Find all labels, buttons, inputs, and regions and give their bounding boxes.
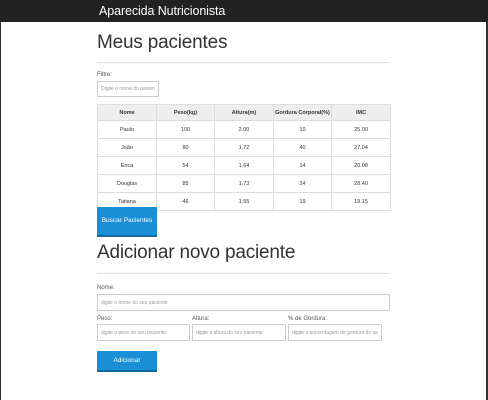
cell-body-fat: 40 xyxy=(273,138,332,157)
cell-body-fat: 10 xyxy=(273,120,332,139)
height-label: Altura: xyxy=(192,316,210,322)
table-header-row: Nome Peso(kg) Altura(m) Gordura Corporal… xyxy=(97,104,391,121)
column-header-weight: Peso(kg) xyxy=(156,104,215,121)
window-edge-left xyxy=(0,22,1,400)
search-patients-button[interactable]: Buscar Pacientes xyxy=(97,207,157,237)
weight-label: Peso: xyxy=(97,316,113,322)
brand-title: Aparecida Nutricionista xyxy=(99,4,226,18)
cell-body-fat: 14 xyxy=(273,156,332,175)
cell-name: João xyxy=(97,138,157,157)
add-patient-button[interactable]: Adicionar xyxy=(97,351,157,372)
patients-section-divider xyxy=(97,62,389,63)
column-header-height: Altura(m) xyxy=(214,104,274,121)
cell-weight: 85 xyxy=(156,174,215,193)
table-row[interactable]: Douglas 85 1.73 24 28.40 xyxy=(97,174,391,193)
cell-bmi: 27.04 xyxy=(331,138,391,157)
cell-height: 1.73 xyxy=(214,174,274,193)
cell-bmi: 25.00 xyxy=(331,120,391,139)
table-row[interactable]: Paulo 100 2.00 10 25.00 xyxy=(97,120,391,139)
cell-body-fat: 19 xyxy=(273,192,332,211)
height-input[interactable] xyxy=(192,324,286,341)
cell-height: 1.55 xyxy=(214,192,274,211)
filter-input[interactable] xyxy=(97,81,159,97)
table-row[interactable]: Erica 54 1.64 14 20.08 xyxy=(97,156,391,175)
cell-bmi: 28.40 xyxy=(331,174,391,193)
name-label: Nome: xyxy=(97,285,115,291)
column-header-bmi: IMC xyxy=(331,104,391,121)
cell-weight: 54 xyxy=(156,156,215,175)
cell-weight: 46 xyxy=(156,192,215,211)
patients-section-title: Meus pacientes xyxy=(97,32,228,53)
cell-height: 1.64 xyxy=(214,156,274,175)
top-navbar: Aparecida Nutricionista xyxy=(0,0,488,22)
table-row[interactable]: João 80 1.72 40 27.04 xyxy=(97,138,391,157)
cell-height: 1.72 xyxy=(214,138,274,157)
weight-input[interactable] xyxy=(97,324,190,341)
cell-body-fat: 24 xyxy=(273,174,332,193)
cell-name: Douglas xyxy=(97,174,157,193)
cell-bmi: 19.15 xyxy=(331,192,391,211)
cell-weight: 100 xyxy=(156,120,215,139)
patients-table: Nome Peso(kg) Altura(m) Gordura Corporal… xyxy=(97,104,391,211)
name-input[interactable] xyxy=(97,294,390,311)
cell-bmi: 20.08 xyxy=(331,156,391,175)
add-patient-section-title: Adicionar novo paciente xyxy=(97,242,296,263)
filter-label: Filtre: xyxy=(97,72,112,78)
cell-name: Erica xyxy=(97,156,157,175)
cell-height: 2.00 xyxy=(214,120,274,139)
cell-name: Paulo xyxy=(97,120,157,139)
cell-weight: 80 xyxy=(156,138,215,157)
body-fat-input[interactable] xyxy=(288,324,382,341)
body-fat-label: % de Gordura: xyxy=(288,316,328,322)
column-header-name: Nome xyxy=(97,104,157,121)
add-patient-section-divider xyxy=(97,273,389,274)
column-header-body-fat: Gordura Corporal(%) xyxy=(273,104,332,121)
